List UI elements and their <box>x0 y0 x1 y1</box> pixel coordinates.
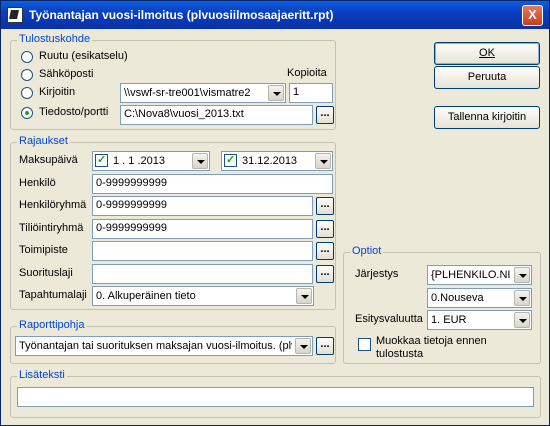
radio-kirjoitin[interactable] <box>21 87 33 99</box>
tulostuskohde-legend: Tulostuskohde <box>17 33 93 45</box>
copies-input[interactable]: 1 <box>289 83 333 103</box>
tiliointiryhma-input[interactable]: 0-9999999999 <box>92 219 313 239</box>
save-printer-button[interactable]: Tallenna kirjoitin <box>434 106 540 129</box>
dialog-window: Työnantajan vuosi-ilmoitus (plvuosiilmos… <box>0 0 550 426</box>
printer-select-value: \\vswf-sr-tre001\vismatre2 <box>124 87 251 99</box>
tiliointiryhma-browse-button[interactable]: ... <box>316 220 334 238</box>
jarjestys-value: {PLHENKILO.NIM <box>431 269 511 281</box>
lisateksti-input[interactable] <box>17 387 534 407</box>
radio-sahkoposti[interactable] <box>21 69 33 81</box>
radio-ruutu-label: Ruutu (esikatselu) <box>39 50 128 62</box>
optiot-group: Optiot Järjestys {PLHENKILO.NIM 0.Nousev… <box>343 245 541 364</box>
copies-label: Kopioita <box>287 67 327 79</box>
app-icon <box>7 7 23 23</box>
chevron-down-icon[interactable] <box>514 290 530 306</box>
rajaukset-group: Rajaukset Maksupäivä 1 . 1 .2013 31.12.2… <box>10 135 336 310</box>
esitysvaluutta-label: Esitysvaluutta <box>355 313 423 325</box>
ok-label: OK <box>479 47 495 59</box>
browse-file-button[interactable]: ... <box>316 106 334 124</box>
chevron-down-icon[interactable] <box>315 153 331 169</box>
henkiloryhma-label: Henkilöryhmä <box>19 199 87 211</box>
dialog-content: Tulostuskohde Ruutu (esikatselu) Sähköpo… <box>4 30 546 423</box>
date-from-value: 1 . 1 .2013 <box>113 155 165 167</box>
raporttipohja-select[interactable]: Työnantajan tai suorituksen maksajan vuo… <box>15 336 313 356</box>
muokkaa-label-line2: tulostusta <box>376 348 424 360</box>
jarjestys-select[interactable]: {PLHENKILO.NIM <box>427 265 532 285</box>
henkilo-input[interactable]: 0-9999999999 <box>92 174 333 194</box>
esitysvaluutta-value: 1. EUR <box>431 314 467 326</box>
suorituslaji-input[interactable] <box>92 264 313 284</box>
raporttipohja-value: Työnantajan tai suorituksen maksajan vuo… <box>19 340 292 352</box>
radio-tiedosto-label: Tiedosto/portti <box>39 106 109 118</box>
chevron-down-icon[interactable] <box>514 312 530 328</box>
lisateksti-legend: Lisäteksti <box>17 369 67 381</box>
muokkaa-label-line1: Muokkaa tietoja ennen <box>376 335 487 347</box>
date-to-value: 31.12.2013 <box>242 155 298 167</box>
toimipiste-browse-button[interactable]: ... <box>316 242 334 260</box>
toimipiste-input[interactable] <box>92 241 313 261</box>
chevron-down-icon[interactable] <box>268 85 284 101</box>
tapahtumalaji-value: 0. Alkuperäinen tieto <box>96 290 196 302</box>
date-from-picker[interactable]: 1 . 1 .2013 <box>92 151 210 171</box>
sort-direction-value: 0.Nouseva <box>431 292 484 304</box>
suorituslaji-label: Suorituslaji <box>19 267 73 279</box>
radio-sahkoposti-label: Sähköposti <box>39 68 94 80</box>
raporttipohja-group: Raporttipohja Työnantajan tai suoritukse… <box>10 319 336 364</box>
muokkaa-checkbox[interactable] <box>358 338 371 351</box>
radio-tiedosto[interactable] <box>21 107 33 119</box>
tapahtumalaji-select[interactable]: 0. Alkuperäinen tieto <box>92 286 314 306</box>
toimipiste-label: Toimipiste <box>19 244 68 256</box>
close-button[interactable]: X <box>522 5 543 26</box>
date-to-picker[interactable]: 31.12.2013 <box>221 151 333 171</box>
date-to-checkbox[interactable] <box>224 153 237 167</box>
save-printer-label: Tallenna kirjoitin <box>447 111 527 123</box>
printer-select[interactable]: \\vswf-sr-tre001\vismatre2 <box>120 83 286 103</box>
lisateksti-group: Lisäteksti <box>10 369 541 418</box>
henkiloryhma-input[interactable]: 0-9999999999 <box>92 196 313 216</box>
cancel-label: Peruuta <box>467 71 507 83</box>
tiliointiryhma-label: Tiliöintiryhmä <box>19 222 84 234</box>
radio-kirjoitin-label: Kirjoitin <box>39 86 76 98</box>
radio-ruutu[interactable] <box>21 51 33 63</box>
file-path-input[interactable]: C:\Nova8\vuosi_2013.txt <box>120 105 313 125</box>
ok-button[interactable]: OK <box>434 42 540 65</box>
henkilo-label: Henkilö <box>19 177 56 189</box>
raporttipohja-legend: Raporttipohja <box>17 319 87 331</box>
tulostuskohde-group: Tulostuskohde Ruutu (esikatselu) Sähköpo… <box>10 33 336 130</box>
tapahtumalaji-label: Tapahtumalaji <box>19 289 87 301</box>
title-bar[interactable]: Työnantajan vuosi-ilmoitus (plvuosiilmos… <box>1 1 549 29</box>
date-from-checkbox[interactable] <box>95 153 108 167</box>
esitysvaluutta-select[interactable]: 1. EUR <box>427 310 532 330</box>
henkiloryhma-browse-button[interactable]: ... <box>316 197 334 215</box>
chevron-down-icon[interactable] <box>296 288 312 304</box>
chevron-down-icon[interactable] <box>192 153 208 169</box>
sort-direction-select[interactable]: 0.Nouseva <box>427 288 532 308</box>
window-title: Työnantajan vuosi-ilmoitus (plvuosiilmos… <box>29 8 334 22</box>
jarjestys-label: Järjestys <box>355 268 399 280</box>
raporttipohja-browse-button[interactable]: ... <box>316 337 334 355</box>
chevron-down-icon[interactable] <box>295 338 311 354</box>
optiot-legend: Optiot <box>350 245 384 257</box>
suorituslaji-browse-button[interactable]: ... <box>316 265 334 283</box>
maksupaiva-label: Maksupäivä <box>19 154 78 166</box>
cancel-button[interactable]: Peruuta <box>434 66 540 89</box>
rajaukset-legend: Rajaukset <box>17 135 70 147</box>
chevron-down-icon[interactable] <box>514 267 530 283</box>
